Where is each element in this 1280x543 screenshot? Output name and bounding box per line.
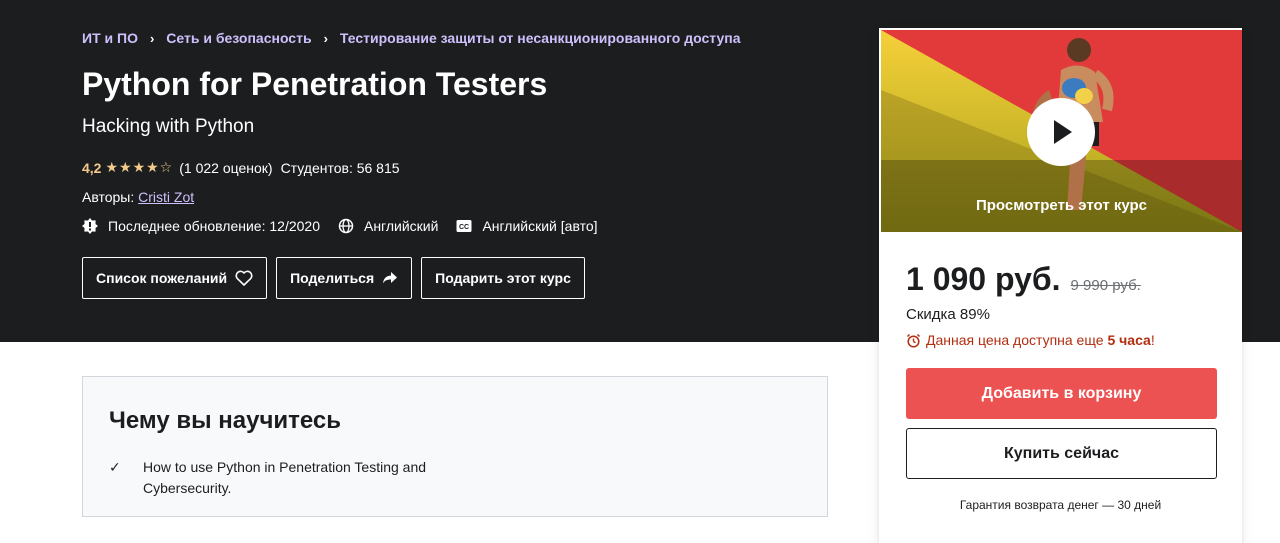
last-updated: Последнее обновление: 12/2020	[82, 218, 320, 234]
last-updated-text: Последнее обновление: 12/2020	[108, 218, 320, 234]
authors: Авторы: Cristi Zot	[82, 189, 194, 205]
breadcrumb: ИТ и ПО › Сеть и безопасность › Тестиров…	[82, 30, 741, 46]
current-price: 1 090 руб.	[906, 261, 1061, 297]
course-subtitle: Hacking with Python	[82, 116, 255, 137]
chevron-right-icon: ›	[149, 30, 155, 46]
heart-icon	[235, 270, 253, 286]
purchase-card: Просмотреть этот курс 1 090 руб. 9 990 р…	[879, 28, 1242, 543]
breadcrumb-item-network[interactable]: Сеть и безопасность	[166, 30, 311, 46]
rating-row: 4,2 ★★★★☆ (1 022 оценок) Студентов: 56 8…	[82, 159, 400, 176]
alarm-clock-icon	[906, 333, 921, 348]
price-row: 1 090 руб. 9 990 руб.	[906, 261, 1141, 298]
captions-text: Английский [авто]	[482, 218, 598, 234]
buy-now-button[interactable]: Купить сейчас	[906, 428, 1217, 479]
learn-heading: Чему вы научитесь	[109, 407, 342, 434]
share-label: Поделиться	[290, 270, 375, 286]
captions: CC Английский [авто]	[456, 218, 598, 234]
course-meta: Последнее обновление: 12/2020 Английский…	[82, 218, 616, 234]
list-item: ✓ How to use Python in Penetration Testi…	[109, 457, 443, 499]
what-you-will-learn: Чему вы научитесь ✓ How to use Python in…	[82, 376, 828, 517]
gift-label: Подарить этот курс	[435, 270, 571, 286]
rating-value: 4,2	[82, 159, 102, 176]
gift-course-button[interactable]: Подарить этот курс	[421, 257, 585, 299]
discount-label: Скидка 89%	[906, 306, 990, 323]
breadcrumb-item-pentest[interactable]: Тестирование защиты от несанкционированн…	[340, 30, 741, 46]
action-buttons: Список пожеланий Поделиться Подарить это…	[82, 257, 594, 299]
course-preview-video[interactable]: Просмотреть этот курс	[881, 30, 1242, 232]
timer-text: Данная цена доступна еще	[926, 332, 1104, 348]
course-title: Python for Penetration Testers	[82, 66, 548, 102]
students-count: Студентов: 56 815	[280, 159, 400, 176]
closed-captions-icon: CC	[456, 220, 472, 232]
update-badge-icon	[82, 218, 98, 234]
money-back-guarantee: Гарантия возврата денег — 30 дней	[959, 498, 1162, 512]
timer-suffix: !	[1150, 332, 1155, 348]
authors-label: Авторы:	[82, 189, 135, 205]
rating-count[interactable]: (1 022 оценок)	[179, 160, 272, 176]
play-button[interactable]	[1027, 98, 1095, 166]
globe-icon	[338, 218, 354, 234]
check-icon: ✓	[109, 459, 121, 475]
play-icon	[1054, 120, 1072, 144]
language-text: Английский	[363, 218, 439, 234]
price-timer: Данная цена доступна еще 5 часа !	[906, 332, 1155, 348]
svg-text:CC: CC	[459, 224, 469, 231]
wishlist-label: Список пожеланий	[96, 270, 228, 286]
timer-hours: 5 часа	[1107, 332, 1151, 348]
add-to-cart-button[interactable]: Добавить в корзину	[906, 368, 1217, 419]
breadcrumb-item-it[interactable]: ИТ и ПО	[82, 30, 138, 46]
learn-item-text: How to use Python in Penetration Testing…	[143, 459, 427, 496]
original-price: 9 990 руб.	[1070, 277, 1141, 294]
share-arrow-icon	[383, 272, 398, 284]
author-link[interactable]: Cristi Zot	[138, 189, 194, 205]
chevron-right-icon: ›	[323, 30, 328, 46]
share-button[interactable]: Поделиться	[276, 257, 413, 299]
preview-label: Просмотреть этот курс	[975, 197, 1148, 214]
wishlist-button[interactable]: Список пожеланий	[82, 257, 268, 299]
language: Английский	[338, 218, 438, 234]
rating-stars-icon: ★★★★☆	[105, 159, 174, 175]
